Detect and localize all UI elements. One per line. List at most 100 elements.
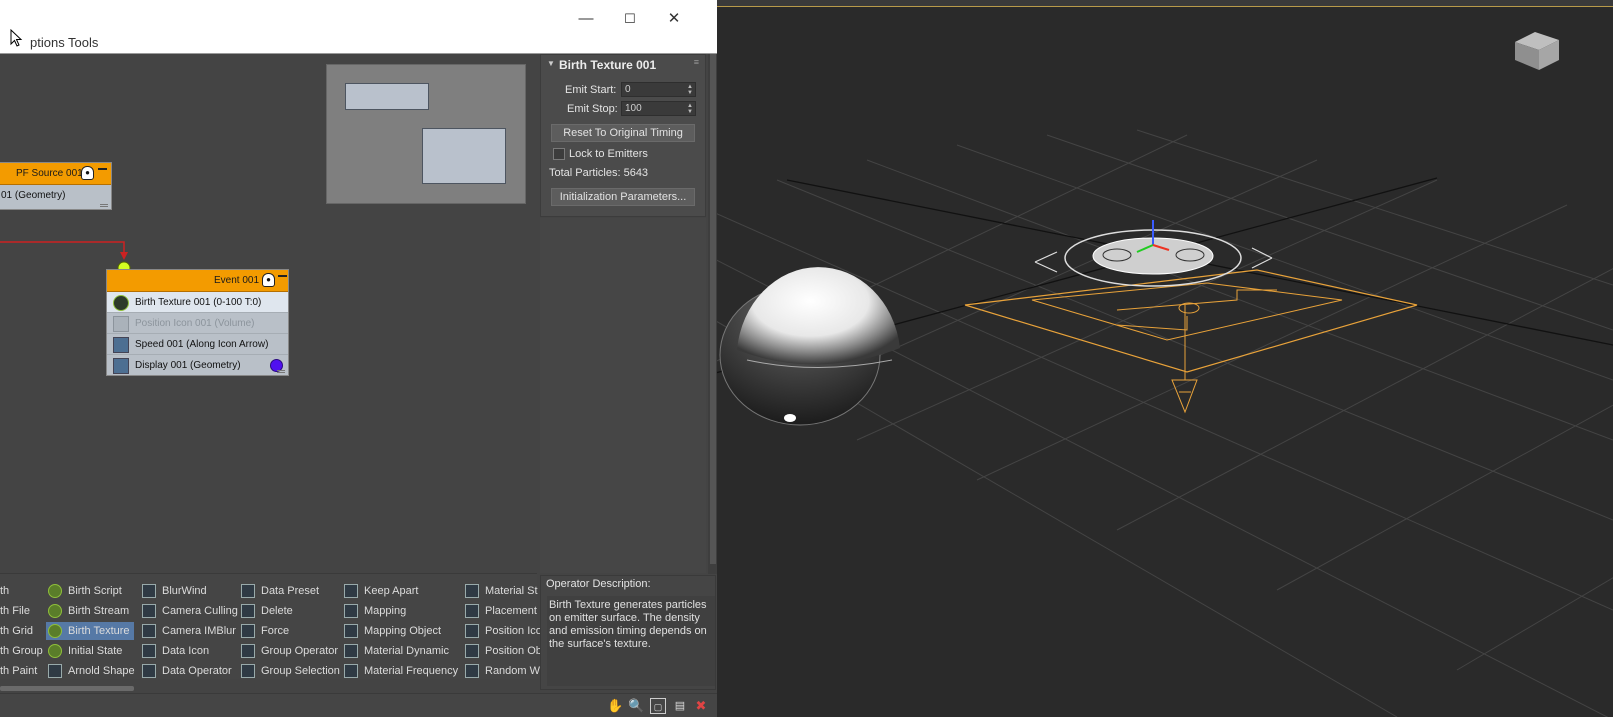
event-header[interactable]: Event 001 ● xyxy=(107,270,288,292)
depot-item[interactable]: th Paint xyxy=(0,662,37,680)
emit-start-spinner[interactable]: 0 ▲ ▼ xyxy=(621,82,696,97)
depot-item-initial-state[interactable]: Initial State xyxy=(48,642,126,660)
position-icon-icon xyxy=(465,624,479,639)
depot-item-group-operator[interactable]: Group Operator xyxy=(241,642,338,660)
particle-view-window: — ☐ ✕ ptions Tools PF Source 001 ● 01 (G… xyxy=(0,0,718,717)
perspective-viewport[interactable] xyxy=(717,0,1613,717)
parameter-panel: ▼ Birth Texture 001 ≡ Emit Start: 0 ▲ ▼ E… xyxy=(540,54,706,217)
description-title: Operator Description: xyxy=(546,578,651,590)
viewport-grid xyxy=(717,129,1613,717)
viewport-scene xyxy=(717,32,1613,717)
depot-item-arnold-shape[interactable]: Arnold Shape xyxy=(48,662,139,680)
depot-item-camera-imblur[interactable]: Camera IMBlur xyxy=(142,622,236,640)
display-icon xyxy=(113,358,129,374)
zoom-region-icon[interactable]: ▢ xyxy=(650,698,666,714)
zoom-icon[interactable]: 🔍 xyxy=(628,698,644,714)
pf-source-header[interactable]: PF Source 001 ● xyxy=(0,163,111,185)
position-icon xyxy=(113,316,129,332)
operator-label: Position Icon 001 (Volume) xyxy=(135,318,255,329)
emit-start-label: Emit Start: xyxy=(565,84,617,96)
close-button[interactable]: ✕ xyxy=(659,8,689,30)
depot-item-mapping-object[interactable]: Mapping Object xyxy=(344,622,441,640)
placement-icon xyxy=(465,604,479,619)
force-icon xyxy=(241,624,255,639)
depot-item-group-selection[interactable]: Group Selection xyxy=(241,662,340,680)
depot-item[interactable]: th Group xyxy=(0,642,43,660)
lightbulb-icon[interactable]: ● xyxy=(81,166,94,180)
zoom-extents-icon[interactable]: ▤ xyxy=(672,698,688,714)
emit-start-value: 0 xyxy=(625,84,631,95)
depot-item-data-operator[interactable]: Data Operator xyxy=(142,662,232,680)
depot-item-birth-stream[interactable]: Birth Stream xyxy=(48,602,133,620)
birth-stream-icon xyxy=(48,604,62,619)
graph-toolbar: ✋ 🔍 ▢ ▤ ✖ xyxy=(0,693,718,717)
material-static-icon xyxy=(465,584,479,599)
resize-grip-icon[interactable] xyxy=(100,204,108,207)
pf-source-node[interactable]: PF Source 001 ● 01 (Geometry) xyxy=(0,162,112,210)
no-zoom-icon[interactable]: ✖ xyxy=(693,698,709,714)
depot-item-data-preset[interactable]: Data Preset xyxy=(241,582,319,600)
operator-birth-texture[interactable]: Birth Texture 001 (0-100 T:0) xyxy=(107,292,288,313)
minimize-node-icon[interactable] xyxy=(278,275,287,277)
depot-scrollbar[interactable] xyxy=(0,686,134,691)
spinner-arrows-icon[interactable]: ▲ ▼ xyxy=(687,84,693,96)
particle-graph-area[interactable]: PF Source 001 ● 01 (Geometry) Event 001 … xyxy=(0,55,535,568)
depot-item-material-dynamic[interactable]: Material Dynamic xyxy=(344,642,449,660)
scrollbar-thumb[interactable] xyxy=(710,54,716,564)
lock-to-emitters-label: Lock to Emitters xyxy=(569,148,648,160)
depot-item-mapping[interactable]: Mapping xyxy=(344,602,406,620)
mouse-cursor-icon xyxy=(10,29,23,47)
pan-hand-icon[interactable]: ✋ xyxy=(607,698,623,714)
emit-stop-label: Emit Stop: xyxy=(567,103,618,115)
collapse-triangle-icon[interactable]: ▼ xyxy=(547,59,555,68)
blurwind-icon xyxy=(142,584,156,599)
speed-icon xyxy=(113,337,129,353)
depot-item-placement[interactable]: Placement xyxy=(465,602,537,620)
particle-sphere xyxy=(719,267,900,426)
event-node[interactable]: Event 001 ● Birth Texture 001 (0-100 T:0… xyxy=(106,269,289,376)
maximize-button[interactable]: ☐ xyxy=(615,8,645,30)
rollout-header[interactable]: ▼ Birth Texture 001 ≡ xyxy=(541,55,705,75)
minimize-node-icon[interactable] xyxy=(98,168,107,170)
operator-position-icon[interactable]: Position Icon 001 (Volume) xyxy=(107,313,288,334)
depot-item-position-icon[interactable]: Position Ico xyxy=(465,622,542,640)
depot-item-random-walk[interactable]: Random W xyxy=(465,662,540,680)
lightbulb-icon[interactable]: ● xyxy=(262,273,275,287)
operator-display[interactable]: Display 001 (Geometry) xyxy=(107,355,288,376)
operator-depot: th th File th Grid th Group th Paint Bir… xyxy=(0,573,542,680)
depot-item-keep-apart[interactable]: Keep Apart xyxy=(344,582,418,600)
menu-tools[interactable]: Tools xyxy=(68,35,98,50)
depot-item-force[interactable]: Force xyxy=(241,622,289,640)
operator-description-panel: Operator Description: Birth Texture gene… xyxy=(540,575,716,690)
total-particles-text: Total Particles: 5643 xyxy=(549,167,649,179)
depot-item[interactable]: th Grid xyxy=(0,622,33,640)
rollout-menu-icon[interactable]: ≡ xyxy=(694,57,699,67)
operator-label: Display 001 (Geometry) xyxy=(135,360,241,371)
emit-stop-spinner[interactable]: 100 ▲ ▼ xyxy=(621,101,696,116)
minimize-button[interactable]: — xyxy=(571,8,601,30)
data-preset-icon xyxy=(241,584,255,599)
depot-item-birth-script[interactable]: Birth Script xyxy=(48,582,126,600)
pf-source-row[interactable]: 01 (Geometry) xyxy=(0,185,111,206)
depot-item-material-frequency[interactable]: Material Frequency xyxy=(344,662,458,680)
menu-options[interactable]: ptions xyxy=(30,35,65,50)
depot-item[interactable]: th File xyxy=(0,602,30,620)
depot-item-position-object[interactable]: Position Ob xyxy=(465,642,542,660)
initialization-parameters-button[interactable]: Initialization Parameters... xyxy=(551,188,695,206)
depot-item-data-icon[interactable]: Data Icon xyxy=(142,642,209,660)
depot-item-material-static[interactable]: Material St xyxy=(465,582,538,600)
reset-timing-button[interactable]: Reset To Original Timing xyxy=(551,124,695,142)
depot-item-camera-culling[interactable]: Camera Culling xyxy=(142,602,238,620)
depot-item-blurwind[interactable]: BlurWind xyxy=(142,582,207,600)
keep-apart-icon xyxy=(344,584,358,599)
operator-speed[interactable]: Speed 001 (Along Icon Arrow) xyxy=(107,334,288,355)
lock-to-emitters-checkbox[interactable] xyxy=(553,148,565,160)
material-dynamic-icon xyxy=(344,644,358,659)
depot-item[interactable]: th xyxy=(0,582,9,600)
depot-item-birth-texture[interactable]: Birth Texture xyxy=(46,622,134,640)
resize-grip-icon[interactable] xyxy=(277,370,285,373)
arnold-shape-icon xyxy=(48,664,62,679)
depot-item-delete[interactable]: Delete xyxy=(241,602,293,620)
spinner-arrows-icon[interactable]: ▲ ▼ xyxy=(687,103,693,115)
group-selection-icon xyxy=(241,664,255,679)
